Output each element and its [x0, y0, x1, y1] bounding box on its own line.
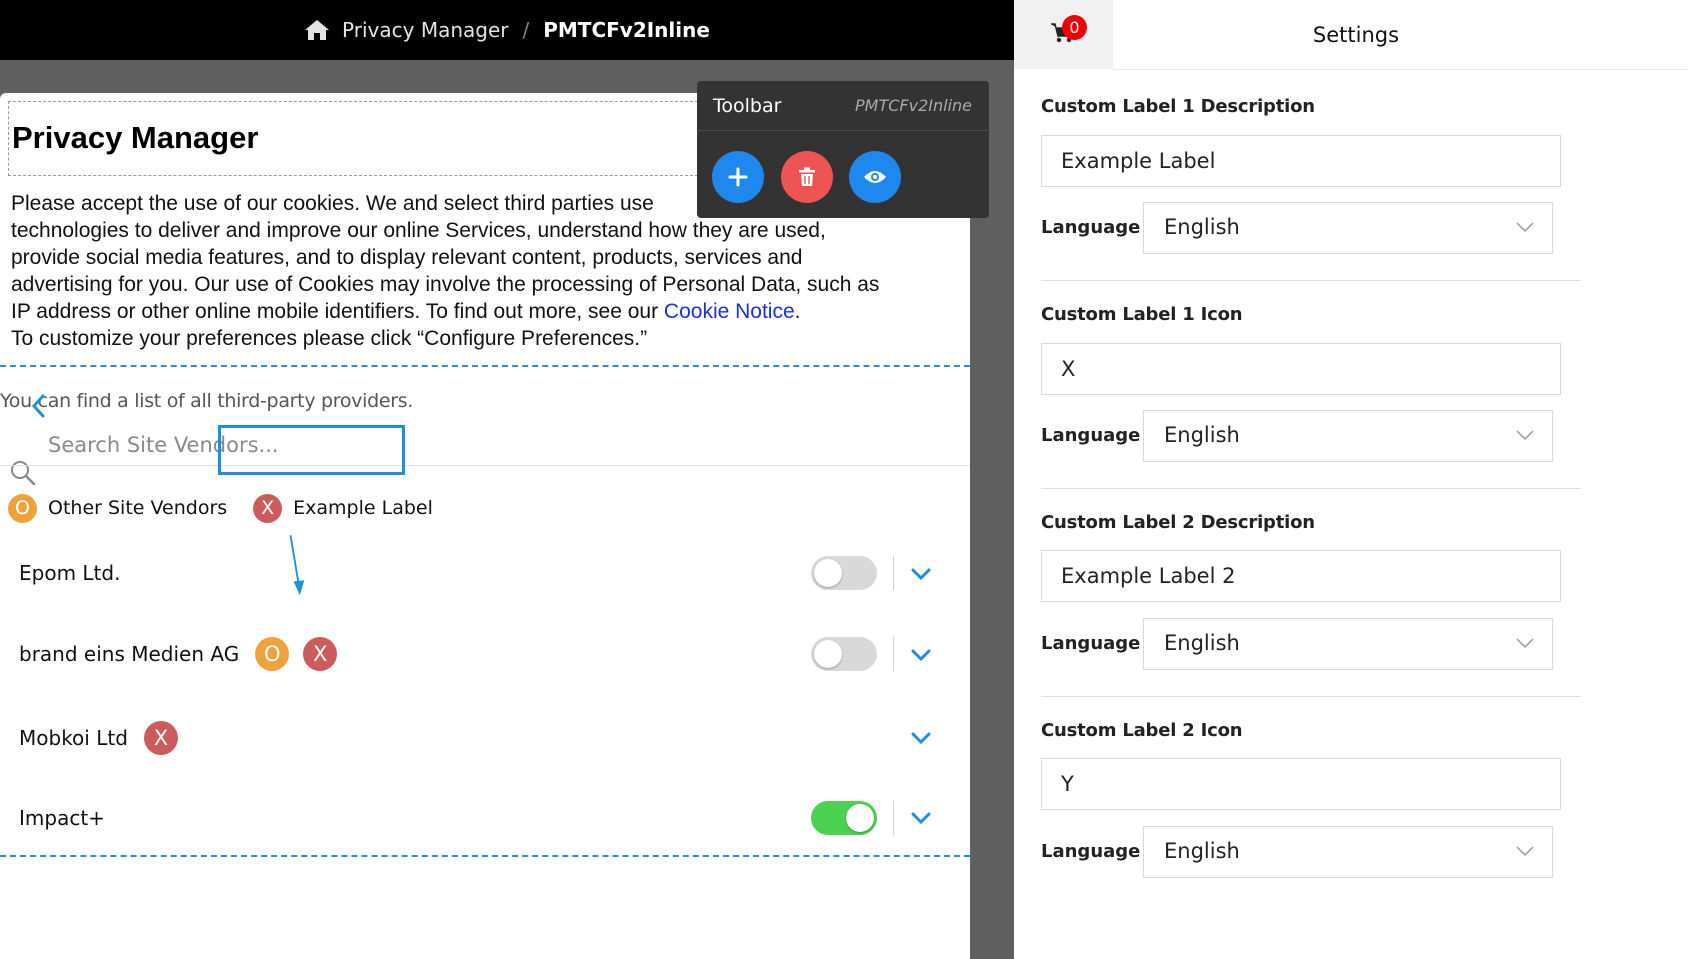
vendor-consent-toggle[interactable]: [811, 801, 877, 835]
message-line: IP address or other online mobile identi…: [11, 298, 961, 325]
example-label-badge-icon: X: [303, 637, 338, 671]
toggle-knob: [846, 804, 874, 832]
custom-label-2-icon-field[interactable]: [1041, 758, 1561, 810]
chevron-down-icon[interactable]: [910, 648, 932, 662]
toolbar-header: Toolbar PMTCFv2Inline: [697, 81, 989, 131]
language-select[interactable]: English: [1143, 410, 1553, 462]
annotation-arrow: [289, 535, 305, 596]
example-label-badge-icon: X: [143, 721, 178, 755]
section-divider: [0, 365, 970, 367]
message-text: IP address or other online mobile identi…: [11, 300, 664, 323]
preview-button[interactable]: [849, 151, 901, 203]
chevron-down-icon[interactable]: [910, 811, 932, 825]
page-title[interactable]: Privacy Manager: [12, 120, 258, 156]
vendor-consent-toggle[interactable]: [811, 637, 877, 671]
settings-panel: 0 Settings Custom Label 1 Description La…: [1014, 0, 1688, 959]
language-label: Language: [1041, 633, 1141, 654]
cart-tab[interactable]: 0: [1014, 0, 1113, 69]
filter-other-site-vendors[interactable]: Other Site Vendors: [48, 497, 227, 519]
chevron-left-icon[interactable]: [30, 393, 46, 419]
custom-label-1-description-label: Custom Label 1 Description: [1041, 96, 1315, 117]
row-divider: [893, 637, 894, 671]
cookie-notice-link[interactable]: Cookie Notice: [664, 300, 795, 323]
settings-tabbar: 0 Settings: [1014, 0, 1688, 70]
toggle-knob: [814, 640, 842, 668]
language-value: English: [1164, 423, 1240, 447]
toolbar-title: Toolbar: [713, 94, 782, 117]
vendors-note: You can find a list of all third-party p…: [0, 390, 414, 412]
other-vendors-icon: O: [8, 493, 37, 523]
breadcrumb-current: PMTCFv2Inline: [543, 18, 710, 42]
vendor-name: Epom Ltd.: [19, 561, 121, 585]
custom-label-1-description-field[interactable]: [1041, 135, 1561, 187]
section-divider: [0, 855, 970, 857]
chevron-down-icon: [1516, 222, 1534, 233]
chevron-down-icon[interactable]: [910, 731, 932, 745]
row-divider: [893, 801, 894, 835]
language-value: English: [1164, 215, 1240, 239]
tab-settings[interactable]: Settings: [1113, 0, 1599, 69]
language-label: Language: [1041, 425, 1141, 446]
message-line: provide social media features, and to di…: [11, 246, 803, 269]
custom-label-2-icon-label: Custom Label 2 Icon: [1041, 720, 1243, 741]
message-line: technologies to deliver and improve our …: [11, 219, 826, 242]
custom-label-2-description-label: Custom Label 2 Description: [1041, 512, 1315, 533]
custom-label-1-icon-field[interactable]: [1041, 343, 1561, 395]
vendor-name: Impact+: [19, 806, 105, 830]
message-period: .: [794, 300, 801, 323]
filter-example-label[interactable]: Example Label: [293, 497, 433, 519]
language-select[interactable]: English: [1143, 826, 1553, 878]
vendor-row[interactable]: Mobkoi Ltd X: [19, 718, 959, 758]
other-vendor-badge-icon: O: [255, 637, 290, 671]
vendor-name: brand eins Medien AG: [19, 642, 240, 666]
language-label: Language: [1041, 841, 1141, 862]
message-line: advertising for you. Our use of Cookies …: [11, 273, 880, 296]
section-divider: [1041, 488, 1581, 489]
privacy-manager-preview[interactable]: Privacy Manager Please accept the use of…: [0, 93, 970, 959]
section-divider: [1041, 280, 1581, 281]
tab-underline: [1113, 69, 1688, 70]
add-button[interactable]: [712, 151, 764, 203]
toolbar-panel: Toolbar PMTCFv2Inline: [697, 81, 989, 218]
vendor-name: Mobkoi Ltd: [19, 726, 128, 750]
chevron-down-icon: [1516, 638, 1534, 649]
home-icon[interactable]: [304, 18, 330, 42]
eye-icon: [864, 171, 886, 183]
language-value: English: [1164, 839, 1240, 863]
trash-icon: [799, 167, 815, 186]
chevron-down-icon[interactable]: [910, 567, 932, 581]
selected-filter-highlight: [218, 425, 405, 475]
row-divider: [893, 556, 894, 590]
language-label: Language: [1041, 217, 1141, 238]
custom-label-1-icon-label: Custom Label 1 Icon: [1041, 304, 1243, 325]
message-line: To customize your preferences please cli…: [11, 327, 648, 350]
cart-count-badge: 0: [1062, 15, 1087, 40]
language-value: English: [1164, 631, 1240, 655]
vendor-consent-toggle[interactable]: [811, 556, 877, 590]
plus-icon: [728, 167, 748, 187]
toggle-knob: [814, 559, 842, 587]
breadcrumb-home[interactable]: Privacy Manager: [342, 18, 508, 42]
custom-label-2-description-field[interactable]: [1041, 550, 1561, 602]
example-label-icon: X: [253, 493, 283, 523]
breadcrumb-separator: /: [522, 18, 530, 42]
language-select[interactable]: English: [1143, 202, 1553, 254]
search-underline: [0, 465, 970, 466]
delete-button[interactable]: [781, 151, 833, 203]
top-bar: Privacy Manager / PMTCFv2Inline: [0, 0, 1014, 60]
filter-row: O Other Site Vendors X Example Label: [8, 483, 433, 533]
section-divider: [1041, 696, 1581, 697]
chevron-down-icon: [1516, 846, 1534, 857]
language-select[interactable]: English: [1143, 618, 1553, 670]
chevron-down-icon: [1516, 430, 1534, 441]
toolbar-subtitle: PMTCFv2Inline: [855, 96, 972, 115]
